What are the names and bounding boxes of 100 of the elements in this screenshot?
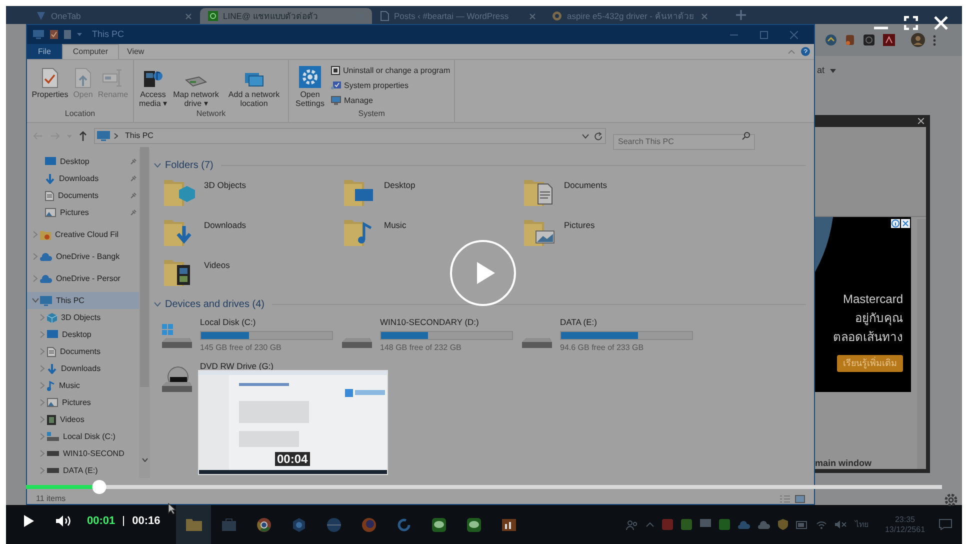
new-tab-icon[interactable] [736,10,746,20]
navigation-item[interactable]: Music [27,377,139,394]
chart-icon[interactable] [502,518,516,530]
hexagon-icon[interactable] [292,518,306,532]
ribbon-tab[interactable]: Computer [62,44,120,59]
section-header[interactable]: Folders (7) [165,158,214,172]
address-bar[interactable]: This PC [94,128,606,144]
chevron-right-icon[interactable] [40,416,44,423]
chevron-right-icon[interactable] [32,275,38,282]
navigation-item[interactable]: Local Disk (C:) [27,428,139,445]
chevron-right-icon[interactable] [40,450,44,457]
pin-icon[interactable] [130,158,137,165]
navigation-item[interactable]: Creative Cloud Fil [27,226,139,243]
folder-item[interactable]: Documents [522,174,702,214]
folder-item[interactable]: Music [342,214,522,254]
ribbon-button[interactable]: Properties [31,64,69,99]
ribbon-tab[interactable]: File [27,44,62,59]
scrollbar[interactable] [139,149,150,478]
navigation-item[interactable]: Downloads [27,360,139,377]
pdf-icon[interactable] [883,34,895,46]
refresh-icon[interactable] [396,518,410,532]
ribbon-button[interactable]: Add a network location [224,64,284,108]
folder-item[interactable]: 3D Objects [162,174,342,214]
folder-item[interactable]: Pictures [522,214,702,254]
navigation-item[interactable]: Videos [27,411,139,428]
navigation-item[interactable]: WIN10-SECOND [27,445,139,462]
chevron-up-icon[interactable] [646,522,654,527]
help-icon[interactable] [801,47,810,56]
checkmark-icon[interactable] [50,30,58,39]
drive-label[interactable]: Local Disk (C:) [200,316,256,329]
ribbon-button[interactable]: System properties [331,79,450,92]
ad-banner[interactable]: Mastercard อยู่กับคุณ ตลอดเส้นทาง เรียนรู้เพิ่มเติม [815,217,911,392]
fullscreen-icon[interactable] [904,16,918,30]
menu-icon[interactable] [933,34,936,46]
ribbon-button[interactable]: Uninstall or change a program [331,64,450,77]
chrome-icon[interactable] [256,518,270,532]
navigation-item[interactable]: Documents [27,343,139,360]
people-icon[interactable] [626,520,638,530]
navigation-item[interactable]: OneDrive - Bangk [27,248,139,265]
extension-icon[interactable] [845,34,855,46]
ribbon-button[interactable]: Map network drive ▾ [170,64,222,108]
chevron-down-icon[interactable] [32,298,38,303]
chevron-right-icon[interactable] [40,348,44,355]
scrollbar-thumb[interactable] [140,146,149,386]
chevron-right-icon[interactable] [40,365,44,372]
chevron-down-icon[interactable] [154,162,161,168]
navigation-item[interactable]: OneDrive - Persor [27,270,139,287]
navigation-item[interactable]: Pictures [27,394,139,411]
details-view-icon[interactable] [780,495,790,503]
scroll-down-icon[interactable] [142,458,148,462]
tray-app-icon[interactable] [681,519,692,530]
caret-down-icon[interactable] [77,33,82,36]
navigation-item[interactable]: Desktop [27,326,139,343]
tray-app-icon[interactable] [700,519,711,530]
section-header[interactable]: Devices and drives (4) [165,296,264,312]
chevron-up-icon[interactable] [788,50,795,54]
speaker-muted-icon[interactable] [835,520,847,529]
search-field[interactable]: Search This PC [613,134,755,150]
navigation-item[interactable]: Downloads [27,170,139,187]
ribbon-button[interactable]: Access media ▾ [138,64,168,108]
notification-icon[interactable] [939,519,952,530]
up-arrow-icon[interactable] [79,131,87,141]
drive-label[interactable]: DVD RW Drive (G:) [200,360,274,373]
battery-icon[interactable] [796,520,808,528]
navigation-item[interactable]: DATA (E:) [27,462,139,478]
chevron-right-icon[interactable] [40,331,44,338]
folder-item[interactable]: Desktop [342,174,522,214]
tiles-view-icon[interactable] [795,495,805,503]
chevron-right-icon[interactable] [40,314,44,321]
wifi-icon[interactable] [816,520,827,529]
cloud-icon[interactable] [738,520,750,528]
scrollbar[interactable] [917,219,926,469]
chevron-right-icon[interactable] [40,382,44,389]
globe-icon[interactable] [326,518,340,532]
navigation-item[interactable]: Documents [27,187,139,204]
pin-icon[interactable] [130,209,137,216]
firefox-icon[interactable] [362,518,376,532]
play-button[interactable] [24,514,36,528]
chat-icon[interactable] [466,518,480,532]
chevron-right-icon[interactable] [40,467,44,474]
caret-down-icon[interactable] [830,68,836,73]
gauge-icon[interactable] [825,34,837,46]
shield-icon[interactable] [778,519,788,530]
maximize-icon[interactable] [760,30,768,38]
chevron-right-icon[interactable] [40,399,44,406]
close-icon[interactable] [918,118,924,124]
volume-icon[interactable] [56,515,73,527]
chevron-right-icon[interactable] [40,433,44,440]
folder-item[interactable]: Downloads [162,214,342,254]
folder-icon[interactable] [186,518,202,531]
pin-icon[interactable] [130,192,137,199]
extension-icon[interactable] [863,34,875,46]
chevron-right-icon[interactable] [32,253,38,260]
navigation-item[interactable]: Pictures [27,204,139,221]
ribbon-button[interactable]: Open Settings [293,64,327,108]
chat-icon[interactable] [432,518,446,532]
store-icon[interactable] [222,518,236,531]
tray-app-icon[interactable] [662,519,673,530]
folder-item[interactable]: Videos [162,254,342,294]
navigation-item[interactable]: 3D Objects [27,309,139,326]
